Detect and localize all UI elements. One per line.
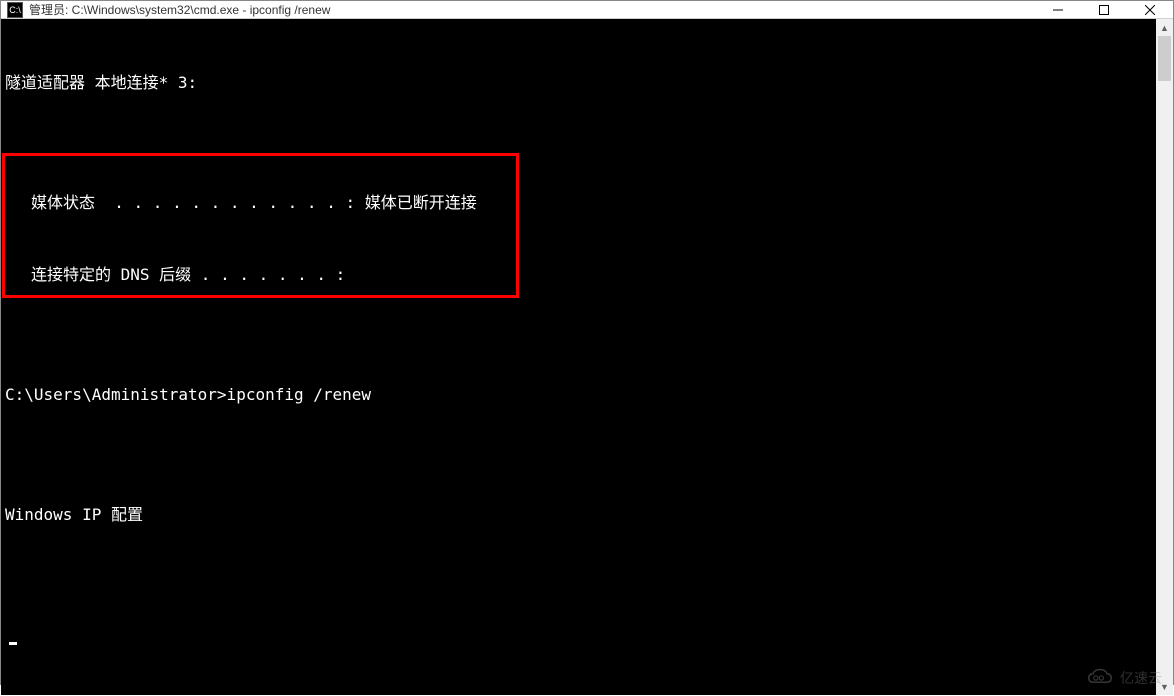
scrollbar-thumb[interactable] [1158,36,1171,81]
cmd-icon-label: C:\ [9,5,21,15]
watermark: 亿速云 [1086,668,1162,688]
watermark-cloud-icon [1086,668,1114,688]
terminal-line [1,623,1156,647]
terminal-line: 连接特定的 DNS 后缀 . . . . . . . : [1,263,1156,287]
terminal-line: Windows IP 配置 [1,503,1156,527]
vertical-scrollbar[interactable]: ▲ ▼ [1156,19,1173,695]
terminal-line: 隧道适配器 本地连接* 3: [1,71,1156,95]
terminal-area: 隧道适配器 本地连接* 3: 媒体状态 . . . . . . . . . . … [1,19,1173,695]
terminal-prompt-line: C:\Users\Administrator>ipconfig /renew [1,383,1156,407]
terminal-content[interactable]: 隧道适配器 本地连接* 3: 媒体状态 . . . . . . . . . . … [1,19,1156,695]
minimize-button[interactable] [1035,1,1081,18]
maximize-button[interactable] [1081,1,1127,18]
scrollbar-track[interactable] [1156,36,1173,678]
watermark-text: 亿速云 [1120,668,1162,688]
window-controls [1035,1,1173,18]
cursor-icon [9,642,17,645]
cmd-icon: C:\ [7,2,23,18]
scrollbar-arrow-up-icon[interactable]: ▲ [1156,19,1173,36]
cmd-window: C:\ 管理员: C:\Windows\system32\cmd.exe - i… [0,0,1174,685]
close-button[interactable] [1127,1,1173,18]
window-title: 管理员: C:\Windows\system32\cmd.exe - ipcon… [29,1,1035,18]
titlebar[interactable]: C:\ 管理员: C:\Windows\system32\cmd.exe - i… [1,1,1173,19]
terminal-line: 媒体状态 . . . . . . . . . . . . : 媒体已断开连接 [1,191,1156,215]
